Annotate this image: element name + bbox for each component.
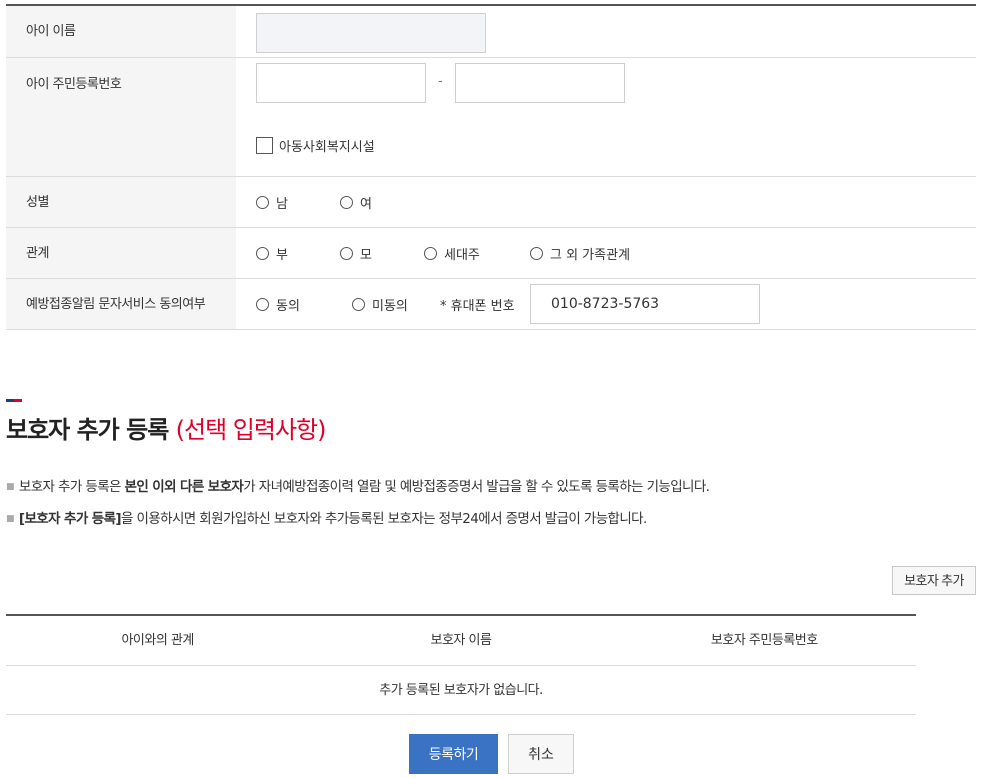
radio-sms-disagree[interactable]: 미동의 — [352, 295, 408, 314]
phone-input[interactable]: 010-8723-5763 — [530, 284, 760, 324]
child-info-form: 아이 이름 아이 주민등록번호 - 아동사회복지시설 성별 남 여 관계 부 모… — [6, 4, 976, 330]
radio-circle[interactable] — [352, 298, 365, 311]
bullet-icon: ■ — [6, 514, 14, 524]
guardian-notes: ■ 보호자 추가 등록은 본인 이외 다른 보호자가 자녀예방접종이력 열람 및 … — [6, 478, 710, 542]
sms-consent-label: 예방접종알림 문자서비스 동의여부 — [6, 279, 236, 329]
welfare-facility-checkbox[interactable]: 아동사회복지시설 — [256, 136, 375, 155]
row-sms-consent: 예방접종알림 문자서비스 동의여부 동의 미동의 * 휴대폰 번호 010-87… — [6, 279, 976, 330]
guardian-section-subtitle: (선택 입력사항) — [175, 416, 327, 444]
child-name-label: 아이 이름 — [6, 6, 236, 57]
section-accent-mark — [6, 399, 22, 402]
checkbox-box[interactable] — [256, 137, 273, 154]
radio-relation-householder[interactable]: 세대주 — [424, 244, 480, 263]
radio-circle[interactable] — [530, 247, 543, 260]
submit-button[interactable]: 등록하기 — [409, 734, 498, 774]
child-name-input[interactable] — [256, 13, 486, 53]
row-child-name: 아이 이름 — [6, 6, 976, 58]
row-gender: 성별 남 여 — [6, 177, 976, 228]
relation-label: 관계 — [6, 228, 236, 278]
col-guardian-rrn: 보호자 주민등록번호 — [710, 633, 818, 648]
radio-circle[interactable] — [256, 247, 269, 260]
radio-relation-other[interactable]: 그 외 가족관계 — [530, 244, 630, 263]
radio-circle[interactable] — [424, 247, 437, 260]
rrn-dash: - — [438, 74, 443, 89]
guardian-empty-message: 추가 등록된 보호자가 없습니다. — [6, 666, 916, 715]
radio-relation-father[interactable]: 부 — [256, 244, 288, 263]
phone-label: * 휴대폰 번호 — [440, 299, 515, 314]
guardian-note-1: ■ 보호자 추가 등록은 본인 이외 다른 보호자가 자녀예방접종이력 열람 및 … — [6, 479, 710, 495]
radio-circle[interactable] — [256, 196, 269, 209]
col-relation: 아이와의 관계 — [121, 633, 194, 648]
rrn-back-input[interactable] — [455, 63, 625, 103]
guardian-section-title: 보호자 추가 등록 (선택 입력사항) — [6, 416, 327, 444]
guardian-table: 아이와의 관계 보호자 이름 보호자 주민등록번호 추가 등록된 보호자가 없습… — [6, 614, 916, 715]
rrn-front-input[interactable] — [256, 63, 426, 103]
bullet-icon: ■ — [6, 482, 14, 492]
radio-relation-mother[interactable]: 모 — [340, 244, 372, 263]
radio-circle[interactable] — [340, 196, 353, 209]
gender-label: 성별 — [6, 177, 236, 227]
guardian-table-header: 아이와의 관계 보호자 이름 보호자 주민등록번호 — [6, 616, 916, 666]
col-guardian-name: 보호자 이름 — [430, 633, 492, 648]
accent-red — [14, 399, 22, 402]
guardian-note-2: ■ [보호자 추가 등록]을 이용하시면 회원가입하신 보호자와 추가등록된 보호… — [6, 511, 647, 527]
row-relation: 관계 부 모 세대주 그 외 가족관계 — [6, 228, 976, 279]
radio-circle[interactable] — [256, 298, 269, 311]
welfare-facility-label: 아동사회복지시설 — [279, 140, 375, 155]
radio-gender-male[interactable]: 남 — [256, 193, 288, 212]
radio-gender-female[interactable]: 여 — [340, 193, 372, 212]
accent-blue — [6, 399, 14, 402]
radio-circle[interactable] — [340, 247, 353, 260]
radio-sms-agree[interactable]: 동의 — [256, 295, 300, 314]
child-rrn-label: 아이 주민등록번호 — [6, 58, 236, 176]
add-guardian-button[interactable]: 보호자 추가 — [892, 566, 976, 595]
row-child-rrn: 아이 주민등록번호 - 아동사회복지시설 — [6, 58, 976, 177]
cancel-button[interactable]: 취소 — [508, 734, 574, 774]
